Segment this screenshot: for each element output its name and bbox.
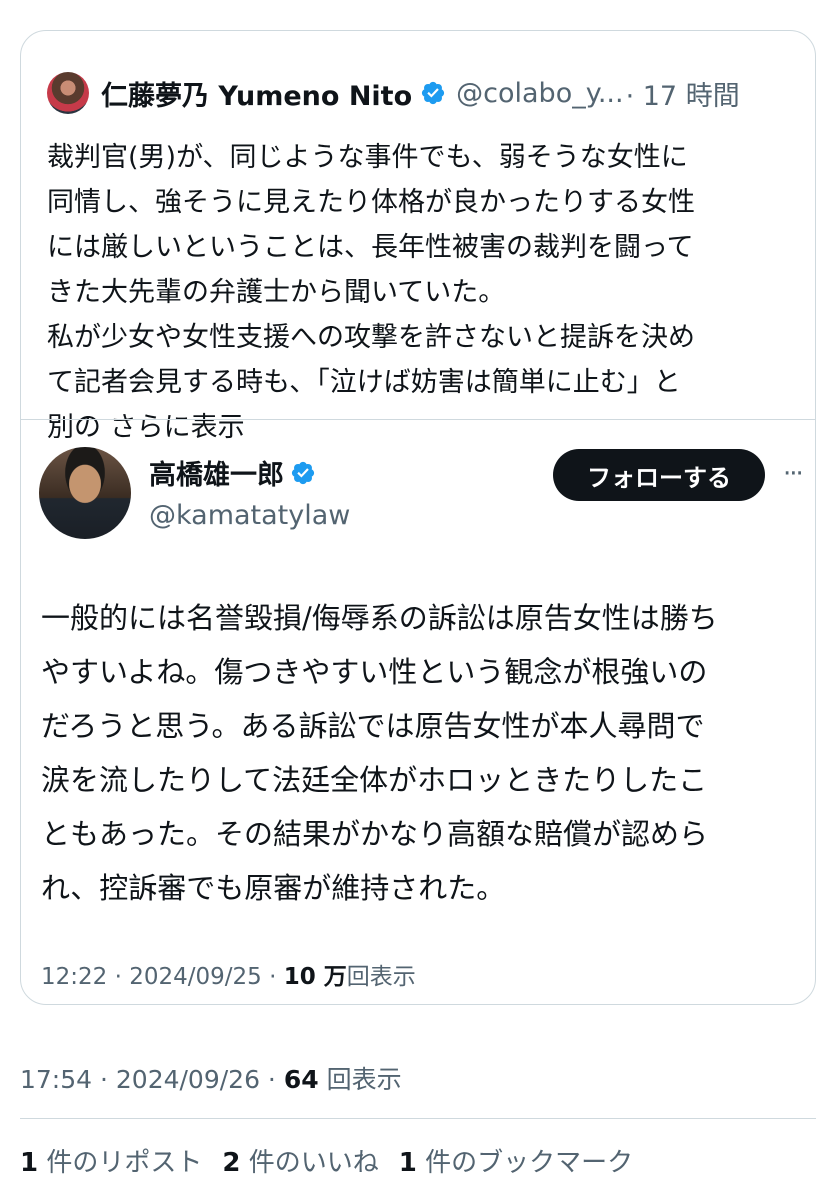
quoted-post-card[interactable]: 仁藤夢乃 Yumeno Nito @colabo_y... · 17 時間 裁判… — [20, 30, 816, 1005]
embedded-author-name-row[interactable]: 高橋雄一郎 — [149, 453, 350, 492]
quoted-post-header: 仁藤夢乃 Yumeno Nito @colabo_y... · 17 時間 — [47, 71, 740, 115]
embedded-author-name[interactable]: 高橋雄一郎 — [149, 453, 284, 492]
verified-badge-icon — [291, 461, 315, 484]
embedded-author-handle[interactable]: @kamatatylaw — [149, 500, 350, 531]
stats-divider — [20, 1118, 816, 1119]
verified-badge-icon — [422, 81, 445, 105]
quoted-author-handle[interactable]: @colabo_y... — [456, 78, 623, 109]
follow-button[interactable]: フォローする — [553, 449, 765, 501]
embedded-post-timestamp[interactable]: 12:22 · 2024/09/25 · — [41, 964, 284, 990]
bookmark-count-link[interactable]: 1 件のブックマーク — [399, 1142, 633, 1179]
post-view-count: 64 — [283, 1065, 319, 1094]
engagement-stats: 1 件のリポスト 2 件のいいね 1 件のブックマーク — [20, 1142, 633, 1179]
embedded-author-avatar[interactable] — [39, 447, 131, 539]
repost-label: 件のリポスト — [38, 1148, 203, 1178]
more-options-icon[interactable]: ··· — [783, 459, 804, 489]
like-label: 件のいいね — [240, 1148, 379, 1178]
card-divider — [21, 419, 815, 420]
embedded-post-text: 一般的には名誉毀損/侮辱系の訴訟は原告女性は勝ち やすいよね。傷つきやすい性とい… — [41, 601, 718, 905]
embedded-post-meta: 12:22 · 2024/09/25 · 10 万回表示 — [41, 957, 416, 991]
show-more-link[interactable]: さらに表示 — [110, 412, 245, 443]
repost-count-link[interactable]: 1 件のリポスト — [20, 1142, 202, 1179]
like-count: 2 — [222, 1148, 241, 1178]
embedded-author-info: 高橋雄一郎 @kamatatylaw — [149, 453, 350, 531]
post-timestamp[interactable]: 17:54 · 2024/09/26 · — [20, 1065, 284, 1094]
bookmark-label: 件のブックマーク — [416, 1148, 634, 1178]
quoted-post-time[interactable]: · 17 時間 — [626, 74, 740, 113]
quoted-post-text: 裁判官(男)が、同じような事件でも、弱そうな女性に 同情し、強そうに見えたり体格… — [47, 135, 807, 450]
post-meta: 17:54 · 2024/09/26 · 64 回表示 — [20, 1060, 402, 1096]
quoted-post-text-content: 裁判官(男)が、同じような事件でも、弱そうな女性に 同情し、強そうに見えたり体格… — [47, 142, 695, 443]
embedded-view-count: 10 万 — [283, 964, 347, 990]
repost-count: 1 — [20, 1148, 39, 1178]
quoted-author-avatar[interactable] — [47, 72, 89, 114]
post-view-label: 回表示 — [318, 1065, 402, 1094]
quoted-author-name[interactable]: 仁藤夢乃 Yumeno Nito — [101, 74, 412, 113]
embedded-view-label: 回表示 — [346, 964, 416, 990]
bookmark-count: 1 — [398, 1148, 417, 1178]
like-count-link[interactable]: 2 件のいいね — [222, 1142, 378, 1179]
